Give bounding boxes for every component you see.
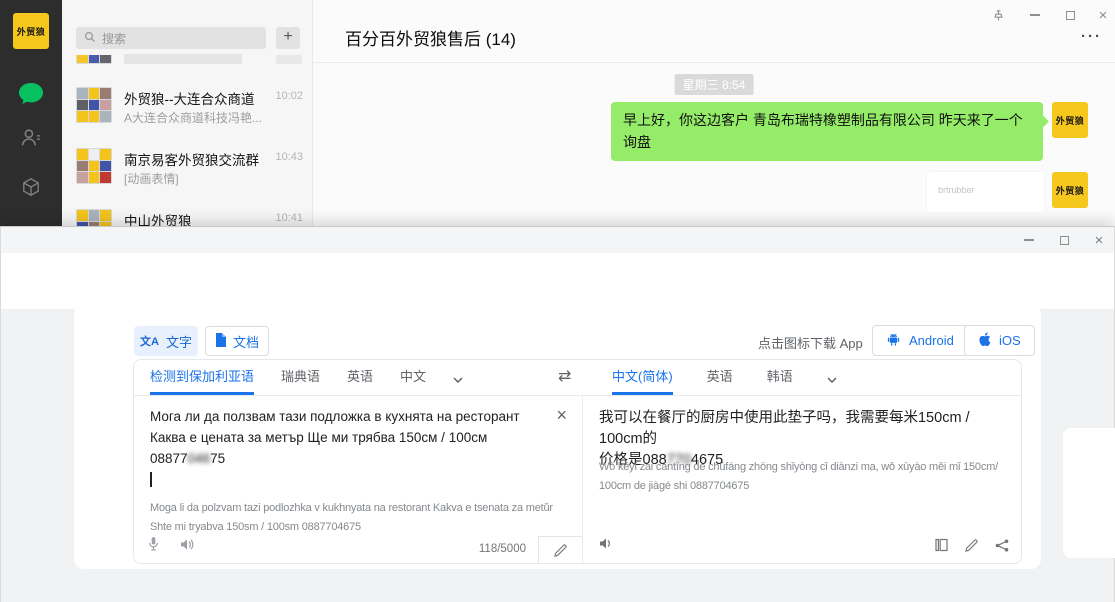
chat-header-title: 百分百外贸狼售后 (14): [345, 25, 516, 50]
target-language-tabs: 中文(简体) 英语 韩语: [612, 360, 837, 395]
chat-list-item[interactable]: 南京易客外贸狼交流群 10:43 [动画表情]: [62, 137, 313, 198]
listen-translation-icon[interactable]: [599, 537, 613, 555]
chevron-down-icon[interactable]: [453, 370, 463, 388]
sent-message-bubble[interactable]: 早上好，你这边客户 青岛布瑞特橡塑制品有限公司 昨天来了一个询盘: [611, 102, 1043, 161]
redacted-digits: 046: [188, 451, 211, 466]
swap-languages-icon[interactable]: ⇄: [558, 360, 571, 394]
source-text[interactable]: Мога ли да ползвам тази подложка в кухня…: [150, 406, 562, 487]
search-input[interactable]: 搜索: [76, 27, 266, 49]
share-icon[interactable]: [995, 539, 1009, 557]
source-phone-line: 0887704675: [150, 448, 562, 469]
contacts-icon[interactable]: [21, 127, 42, 153]
text-caret: [150, 472, 152, 487]
group-avatar: [76, 148, 112, 184]
source-line-1: Мога ли да ползвам тази подложка в кухня…: [150, 406, 562, 427]
pin-icon[interactable]: [988, 6, 1008, 24]
listen-source-icon[interactable]: [180, 538, 194, 556]
source-lang-chinese[interactable]: 中文: [400, 360, 426, 395]
close-icon[interactable]: ×: [1089, 231, 1109, 249]
android-download-button[interactable]: Android: [872, 325, 968, 356]
suggest-edit-icon[interactable]: [965, 539, 978, 557]
source-lang-detected[interactable]: 检测到保加利亚语: [150, 360, 254, 395]
chat-title: 南京易客外贸狼交流群: [124, 149, 259, 169]
source-language-tabs: 检测到保加利亚语 瑞典语 英语 中文: [150, 360, 463, 395]
target-lang-english[interactable]: 英语: [707, 360, 733, 395]
header-divider: [313, 62, 1115, 63]
document-icon: [215, 333, 226, 350]
sender-avatar[interactable]: 外贸狼: [1052, 172, 1088, 208]
maximize-icon[interactable]: [1060, 6, 1080, 24]
sender-avatar[interactable]: 外贸狼: [1052, 102, 1088, 138]
message-text: 早上好，你这边客户 青岛布瑞特橡塑制品有限公司 昨天来了一个询盘: [623, 112, 1023, 150]
collections-box-icon[interactable]: [21, 177, 41, 202]
close-icon[interactable]: ×: [1093, 6, 1113, 24]
download-hint: 点击图标下载 App: [758, 333, 863, 352]
translation-actions: [935, 538, 1009, 557]
tab-document-mode[interactable]: 文档: [205, 326, 269, 356]
chat-subtitle: [动画表情]: [124, 170, 179, 187]
search-icon: [84, 31, 96, 46]
tab-text-label: 文字: [166, 332, 192, 351]
search-placeholder: 搜索: [102, 30, 126, 47]
apple-icon: [978, 332, 991, 350]
android-label: Android: [909, 333, 954, 348]
copy-icon[interactable]: [935, 538, 948, 557]
target-lang-korean[interactable]: 韩语: [767, 360, 793, 395]
date-badge: 星期三 8:54: [675, 74, 754, 95]
link-card-message[interactable]: brtrubber: [927, 172, 1044, 212]
maximize-icon[interactable]: [1054, 231, 1074, 249]
language-tabs-row: 检测到保加利亚语 瑞典语 英语 中文 ⇄ 中文(简体) 英语 韩语: [134, 360, 1021, 396]
ios-label: iOS: [999, 333, 1021, 348]
android-icon: [886, 332, 901, 350]
tab-document-label: 文档: [233, 332, 259, 351]
chat-subtitle: A大连合众商道科技冯艳...: [124, 109, 262, 126]
translator-window: × 文A 文字 文档 点击图标下载 App Android iOS: [0, 226, 1115, 602]
transliteration: Moga li da polzvam tazi podlozhka v kukh…: [150, 499, 582, 537]
tab-text-mode[interactable]: 文A 文字: [134, 326, 198, 356]
bubble-tail: [1036, 115, 1049, 128]
translate-card: 检测到保加利亚语 瑞典语 英语 中文 ⇄ 中文(简体) 英语 韩语: [133, 359, 1022, 564]
chat-title: 外贸狼--大连合众商道: [124, 88, 255, 108]
target-lang-chinese-simplified[interactable]: 中文(简体): [612, 360, 673, 395]
translation-result-pane: 我可以在餐厅的厨房中使用此垫子吗，我需要每米150cm / 100cm的 价格是…: [583, 396, 1023, 564]
pinyin-transliteration: Wǒ kěyǐ zài cāntīng de chúfáng zhōng shǐ…: [599, 458, 1019, 496]
minimize-icon[interactable]: [1019, 231, 1039, 249]
translator-titlebar[interactable]: [1, 227, 1114, 253]
source-lang-english[interactable]: 英语: [347, 360, 373, 395]
source-line-2: Каква е цената за метър Ще ми трябва 150…: [150, 427, 562, 448]
minimize-icon[interactable]: [1025, 6, 1045, 24]
source-text-pane[interactable]: × Мога ли да ползвам тази подложка в кух…: [134, 396, 582, 564]
character-counter: 118/5000: [479, 543, 526, 555]
chevron-down-icon[interactable]: [827, 370, 837, 388]
chat-list-item[interactable]: 外贸狼--大连合众商道 10:02 A大连合众商道科技冯艳...: [62, 76, 313, 137]
side-card-cutoff: [1063, 428, 1115, 558]
link-card-text: brtrubber: [938, 185, 975, 195]
microphone-icon[interactable]: [148, 536, 159, 556]
chat-menu-button[interactable]: ···: [1081, 28, 1102, 45]
chat-item-partial-title: [124, 54, 242, 64]
chat-item-partial-avatar: [76, 55, 112, 64]
chat-item-partial-time: [276, 55, 302, 64]
source-lang-swedish[interactable]: 瑞典语: [281, 360, 320, 395]
chat-time: 10:02: [275, 90, 303, 102]
group-avatar: [76, 87, 112, 123]
ios-download-button[interactable]: iOS: [964, 325, 1035, 356]
chat-time: 10:41: [275, 212, 303, 224]
edit-source-button[interactable]: [538, 536, 582, 564]
screen: 外贸狼 搜索 +: [0, 0, 1115, 602]
chat-time: 10:43: [275, 151, 303, 163]
translate-icon: 文A: [140, 333, 159, 349]
add-chat-button[interactable]: +: [276, 27, 300, 49]
user-avatar[interactable]: 外贸狼: [13, 13, 49, 49]
translator-header-band: [1, 253, 1114, 309]
target-line-1: 我可以在餐厅的厨房中使用此垫子吗，我需要每米150cm / 100cm的: [599, 408, 1001, 450]
chats-icon[interactable]: [18, 82, 44, 111]
